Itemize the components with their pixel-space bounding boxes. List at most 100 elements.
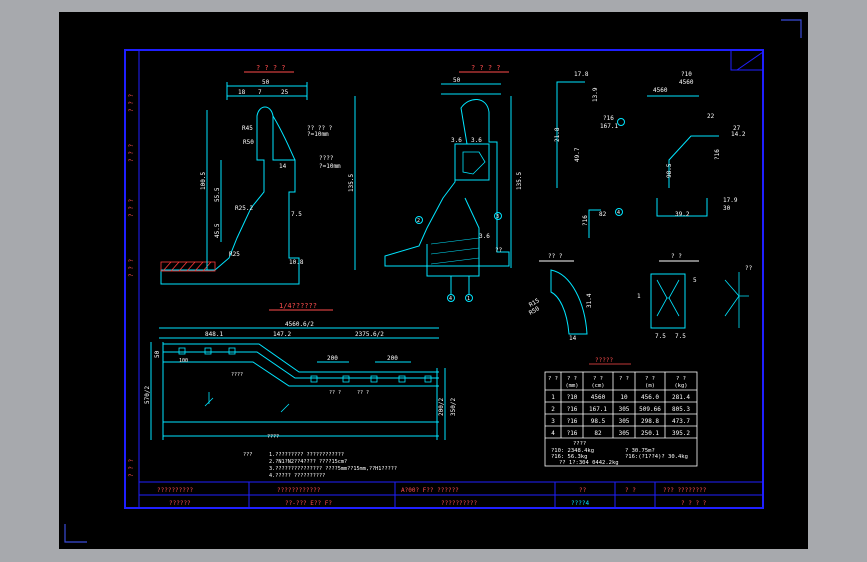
view-title: ? ? [671,253,682,260]
view-title: ? ? ? ? [256,64,286,72]
annotation: 17.9 [723,197,738,204]
plan-view: 1/4?????? 4560.6/2 848.1 147.2 2375.6/2 [144,302,457,440]
annotation: 3.6 [451,137,462,144]
dim-label: ?16 [714,149,721,160]
table-footer: ?16:(?1??4)? 30.4kg [625,454,688,460]
annotation: 4560 [679,79,694,86]
annotation: 3.6 [479,233,490,240]
table-cell: 4 [551,430,555,437]
table-cell: ?16 [567,406,578,413]
table-title: ????? [595,357,613,364]
annotation: R45 [242,125,253,132]
annotation: R25.2 [235,205,253,212]
table-cell: 167.1 [589,406,607,413]
rebar-shape-2 [556,81,585,188]
table-cell: 298.8 [641,418,659,425]
dim-label: 14 [279,163,287,170]
dim-label: 100.5 [200,172,207,190]
dim-label: 49.7 [574,147,581,162]
dim-label: 82 [599,211,607,218]
detail-bend [550,269,588,335]
dim-label: 7 [258,89,262,96]
annotation: ?? ? [357,390,369,396]
title-cell: ?? [579,487,587,494]
table-cell: 305 [619,430,630,437]
annotation: 3.6 [471,137,482,144]
table-header: (m) [645,383,655,389]
dim-label: 50 [453,77,461,84]
dim-label: 55.5 [214,187,221,202]
annotation: ???? [231,372,243,378]
table-cell: 3 [551,418,555,425]
dim-label: 17.8 [574,71,589,78]
dim-label: 100 [179,358,188,364]
annotation: 14.2 [731,131,746,138]
top-right-corner-box [730,50,764,71]
table-cell: 250.1 [641,430,659,437]
annotation: ?=10mm [307,131,329,138]
table-cell: ?10 [567,394,578,401]
details: ?? ? R15 R50 31.4 14 ? ? ?? 1 5 7.5 7.5 [528,253,753,342]
dim-label: 18 [238,89,246,96]
table-cell: 1 [551,394,555,401]
annotation: ?? [495,247,503,254]
table-header: ? ? [619,376,629,382]
table-header: (mm) [565,383,578,389]
dim-label: 14 [569,335,577,342]
dim-label: 135.5 [348,174,355,192]
dim-label: 45.5 [214,223,221,238]
dim-label: 200/2 [438,398,445,416]
title-cell: ?????? [169,500,191,507]
dim-label: 4560 [653,87,668,94]
dim-label: 7.5 [655,333,666,340]
rebar-shapes: 17.8 13.9 49.7 21.8 ?16 167.1 4560 ?10 4… [554,71,746,238]
drawing-border [124,49,764,509]
drawing-canvas[interactable]: ? ? ? ? ? ? ? ? ? ? ? ? ? ? ? ? ? ? ? 50… [59,12,808,549]
barrier-outline [384,99,510,267]
dim-label: 5 [693,277,697,284]
dim-label: 39.2 [675,211,690,218]
dim-label: 135.5 [516,172,523,190]
notes-heading: ??? [243,452,252,458]
annotation: ?16 [603,115,614,122]
margin-label: ? ? ? [128,459,135,477]
note-line: 4.????? ?????????? [269,473,325,479]
note-line: 2.?N1?N2??4???? ????15cm? [269,459,347,465]
annotation: ???? [267,434,279,440]
table-header: ? ? [548,376,558,382]
right-section-view: ? ? ? ? 50 135.5 3.6 3.6 3.6 ?? 3 2 4 1 [384,64,523,302]
dim-label: 13.9 [592,87,599,102]
cad-drawing: ? ? ? ? ? ? ? ? ? ? ? ? ? ? ? ? ? ? ? 50… [64,19,802,543]
margin-label: ? ? ? [128,259,135,277]
detail-node [650,273,686,329]
left-section-view: ? ? ? ? 50 18 7 25 100.5 55.5 45.5 135.5… [160,64,356,285]
title-cell: ????4 [571,500,589,507]
dim-label: 31.4 [586,293,593,308]
rebar-mark: 2 [417,218,420,224]
title-cell: A?00? F?? ?????? [401,487,459,494]
rebar-mark: 1 [467,296,470,302]
title-cell: ?????????? [157,487,194,494]
rebar-mark: 4 [449,296,452,302]
rebar-shape-3 [668,135,719,188]
annotation: ?=10mm [319,163,341,170]
dim-label: 22 [707,113,715,120]
annotation: ?? ? [329,390,341,396]
table-cell: 2 [551,406,555,413]
table-cell: 305 [619,406,630,413]
dim-label: 4560.6/2 [285,321,314,328]
dim-label: 200 [387,355,398,362]
left-margin-strip [124,49,140,509]
dim-label: 350/2 [450,398,457,416]
table-header: (kg) [674,383,687,389]
table-header: ? ? [593,376,603,382]
dim-label: 25 [281,89,289,96]
title-cell: ?????????? [441,500,478,507]
dim-label: 848.1 [205,331,223,338]
table-header: ? ? [567,376,577,382]
margin-label: ? ? ? [128,94,135,112]
note-line: 1.????????? ???????????? [269,452,344,458]
note-line: 3.??????????????? ????5mm??15mm,??H1????… [269,466,397,472]
notes: ??? 1.????????? ???????????? 2.?N1?N2??4… [243,452,397,479]
table-header: ? ? [645,376,655,382]
